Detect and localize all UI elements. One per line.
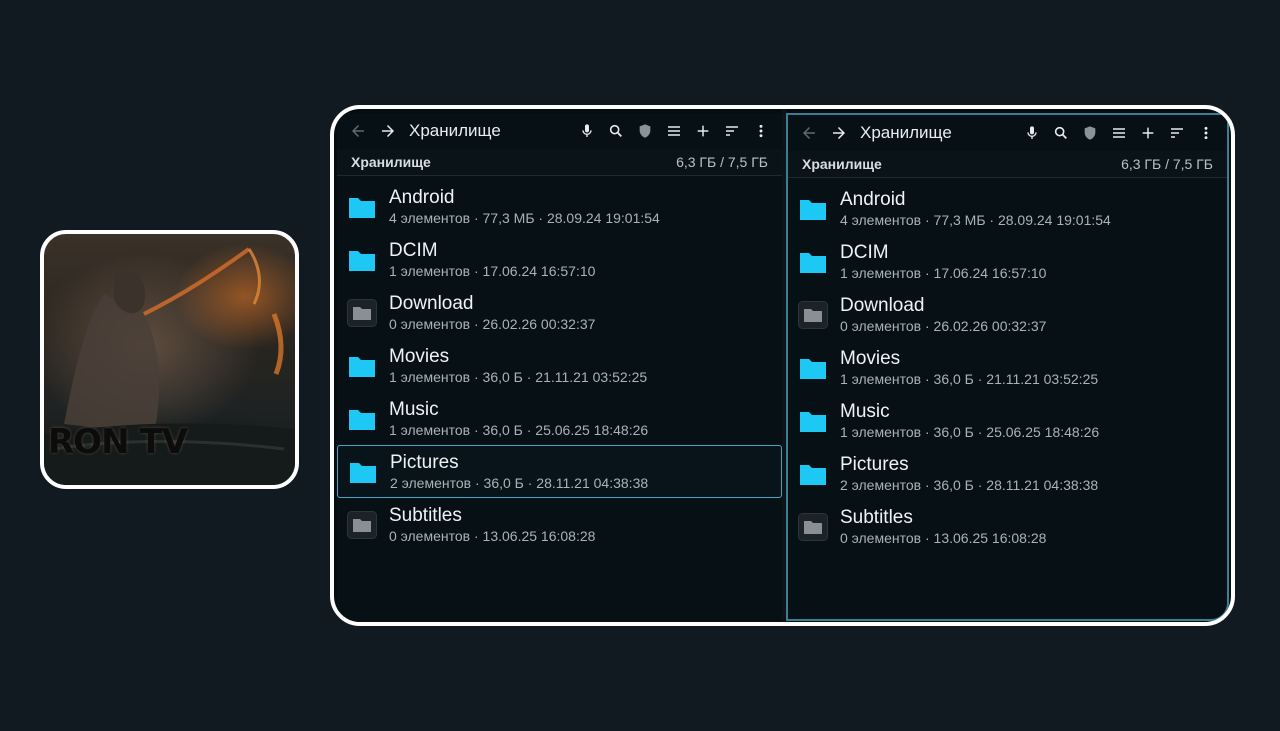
breadcrumb[interactable]: Хранилище (802, 156, 882, 172)
folder-icon (800, 464, 826, 485)
list-item-download[interactable]: Download 0 элементов · 26.02.26 00:32:37 (337, 286, 782, 339)
storage-usage: 6,3 ГБ / 7,5 ГБ (676, 154, 768, 170)
folder-icon (350, 462, 376, 483)
item-details: 4 элементов · 77,3 МБ · 28.09.24 19:01:5… (389, 209, 660, 226)
item-details: 1 элементов · 36,0 Б · 25.06.25 18:48:26 (389, 421, 649, 438)
toolbar: Хранилище (337, 113, 782, 149)
folder-icon (349, 409, 375, 430)
folder-icon (349, 356, 375, 377)
toolbar-title: Хранилище (860, 123, 952, 142)
item-name: Pictures (840, 453, 909, 475)
item-name: Music (840, 400, 890, 422)
item-name: Android (389, 186, 455, 208)
list-item-download[interactable]: Download 0 элементов · 26.02.26 00:32:37 (788, 288, 1227, 341)
item-details: 2 элементов · 36,0 Б · 28.11.21 04:38:38 (390, 474, 649, 491)
folder-icon (800, 252, 826, 273)
forward-arrow-icon[interactable] (377, 120, 399, 142)
logo-text: RON TV (48, 422, 188, 462)
item-details: 0 элементов · 13.06.25 16:08:28 (840, 529, 1047, 546)
more-vert-icon[interactable] (750, 120, 772, 142)
item-details: 0 элементов · 13.06.25 16:08:28 (389, 527, 596, 544)
item-name: DCIM (389, 239, 438, 261)
item-name: Download (840, 294, 925, 316)
search-icon[interactable] (605, 120, 627, 142)
path-bar: Хранилище 6,3 ГБ / 7,5 ГБ (337, 149, 782, 176)
sort-icon[interactable] (721, 120, 743, 142)
list-item-dcim[interactable]: DCIM 1 элементов · 17.06.24 16:57:10 (337, 233, 782, 286)
list-item-music[interactable]: Music 1 элементов · 36,0 Б · 25.06.25 18:… (337, 392, 782, 445)
left-pane: Хранилище Хранилище 6,3 ГБ / 7,5 ГБ Andr… (337, 113, 782, 622)
app-icon-ron-tv[interactable]: RON TV (40, 230, 299, 489)
file-list: Android 4 элементов · 77,3 МБ · 28.09.24 … (337, 176, 782, 551)
item-details: 2 элементов · 36,0 Б · 28.11.21 04:38:38 (840, 476, 1099, 493)
list-item-subtitles[interactable]: Subtitles 0 элементов · 13.06.25 16:08:28 (788, 500, 1227, 553)
folder-icon (349, 197, 375, 218)
list-item-android[interactable]: Android 4 элементов · 77,3 МБ · 28.09.24 … (337, 180, 782, 233)
file-list: Android 4 элементов · 77,3 МБ · 28.09.24 … (788, 178, 1227, 553)
toolbar: Хранилище (788, 115, 1227, 151)
folder-icon (800, 358, 826, 379)
item-details: 4 элементов · 77,3 МБ · 28.09.24 19:01:5… (840, 211, 1111, 228)
list-item-pictures[interactable]: Pictures 2 элементов · 36,0 Б · 28.11.21 … (788, 447, 1227, 500)
shield-icon[interactable] (1079, 122, 1101, 144)
search-icon[interactable] (1050, 122, 1072, 144)
forward-arrow-icon[interactable] (828, 122, 850, 144)
item-name: Pictures (390, 451, 459, 473)
list-view-icon[interactable] (1108, 122, 1130, 144)
folder-icon (800, 411, 826, 432)
item-details: 1 элементов · 17.06.24 16:57:10 (389, 262, 596, 279)
item-details: 1 элементов · 36,0 Б · 21.11.21 03:52:25 (840, 370, 1099, 387)
item-name: Movies (840, 347, 901, 369)
microphone-icon[interactable] (1021, 122, 1043, 144)
path-bar: Хранилище 6,3 ГБ / 7,5 ГБ (788, 151, 1227, 178)
shield-icon[interactable] (634, 120, 656, 142)
item-details: 1 элементов · 36,0 Б · 25.06.25 18:48:26 (840, 423, 1100, 440)
breadcrumb[interactable]: Хранилище (351, 154, 431, 170)
file-manager-window: Хранилище Хранилище 6,3 ГБ / 7,5 ГБ Andr… (330, 105, 1235, 626)
list-item-subtitles[interactable]: Subtitles 0 элементов · 13.06.25 16:08:28 (337, 498, 782, 551)
back-arrow-icon[interactable] (798, 122, 820, 144)
item-name: Subtitles (389, 504, 462, 526)
add-icon[interactable] (692, 120, 714, 142)
item-details: 1 элементов · 36,0 Б · 21.11.21 03:52:25 (389, 368, 648, 385)
folder-icon (798, 300, 828, 329)
item-name: Music (389, 398, 439, 420)
list-item-pictures[interactable]: Pictures 2 элементов · 36,0 Б · 28.11.21 … (337, 445, 782, 498)
more-vert-icon[interactable] (1195, 122, 1217, 144)
item-name: Download (389, 292, 474, 314)
item-details: 1 элементов · 17.06.24 16:57:10 (840, 264, 1047, 281)
right-pane: Хранилище Хранилище 6,3 ГБ / 7,5 ГБ Andr… (786, 113, 1229, 621)
list-item-movies[interactable]: Movies 1 элементов · 36,0 Б · 21.11.21 03… (788, 341, 1227, 394)
list-view-icon[interactable] (663, 120, 685, 142)
list-item-dcim[interactable]: DCIM 1 элементов · 17.06.24 16:57:10 (788, 235, 1227, 288)
item-details: 0 элементов · 26.02.26 00:32:37 (840, 317, 1047, 334)
sort-icon[interactable] (1166, 122, 1188, 144)
list-item-music[interactable]: Music 1 элементов · 36,0 Б · 25.06.25 18:… (788, 394, 1227, 447)
item-name: DCIM (840, 241, 889, 263)
toolbar-title: Хранилище (409, 121, 501, 140)
back-arrow-icon[interactable] (347, 120, 369, 142)
item-name: Movies (389, 345, 450, 367)
add-icon[interactable] (1137, 122, 1159, 144)
list-item-android[interactable]: Android 4 элементов · 77,3 МБ · 28.09.24 … (788, 182, 1227, 235)
folder-icon (347, 298, 377, 327)
item-name: Subtitles (840, 506, 913, 528)
folder-icon (349, 250, 375, 271)
folder-icon (800, 199, 826, 220)
folder-icon (347, 510, 377, 539)
item-name: Android (840, 188, 906, 210)
folder-icon (798, 512, 828, 541)
storage-usage: 6,3 ГБ / 7,5 ГБ (1121, 156, 1213, 172)
item-details: 0 элементов · 26.02.26 00:32:37 (389, 315, 596, 332)
microphone-icon[interactable] (576, 120, 598, 142)
list-item-movies[interactable]: Movies 1 элементов · 36,0 Б · 21.11.21 03… (337, 339, 782, 392)
